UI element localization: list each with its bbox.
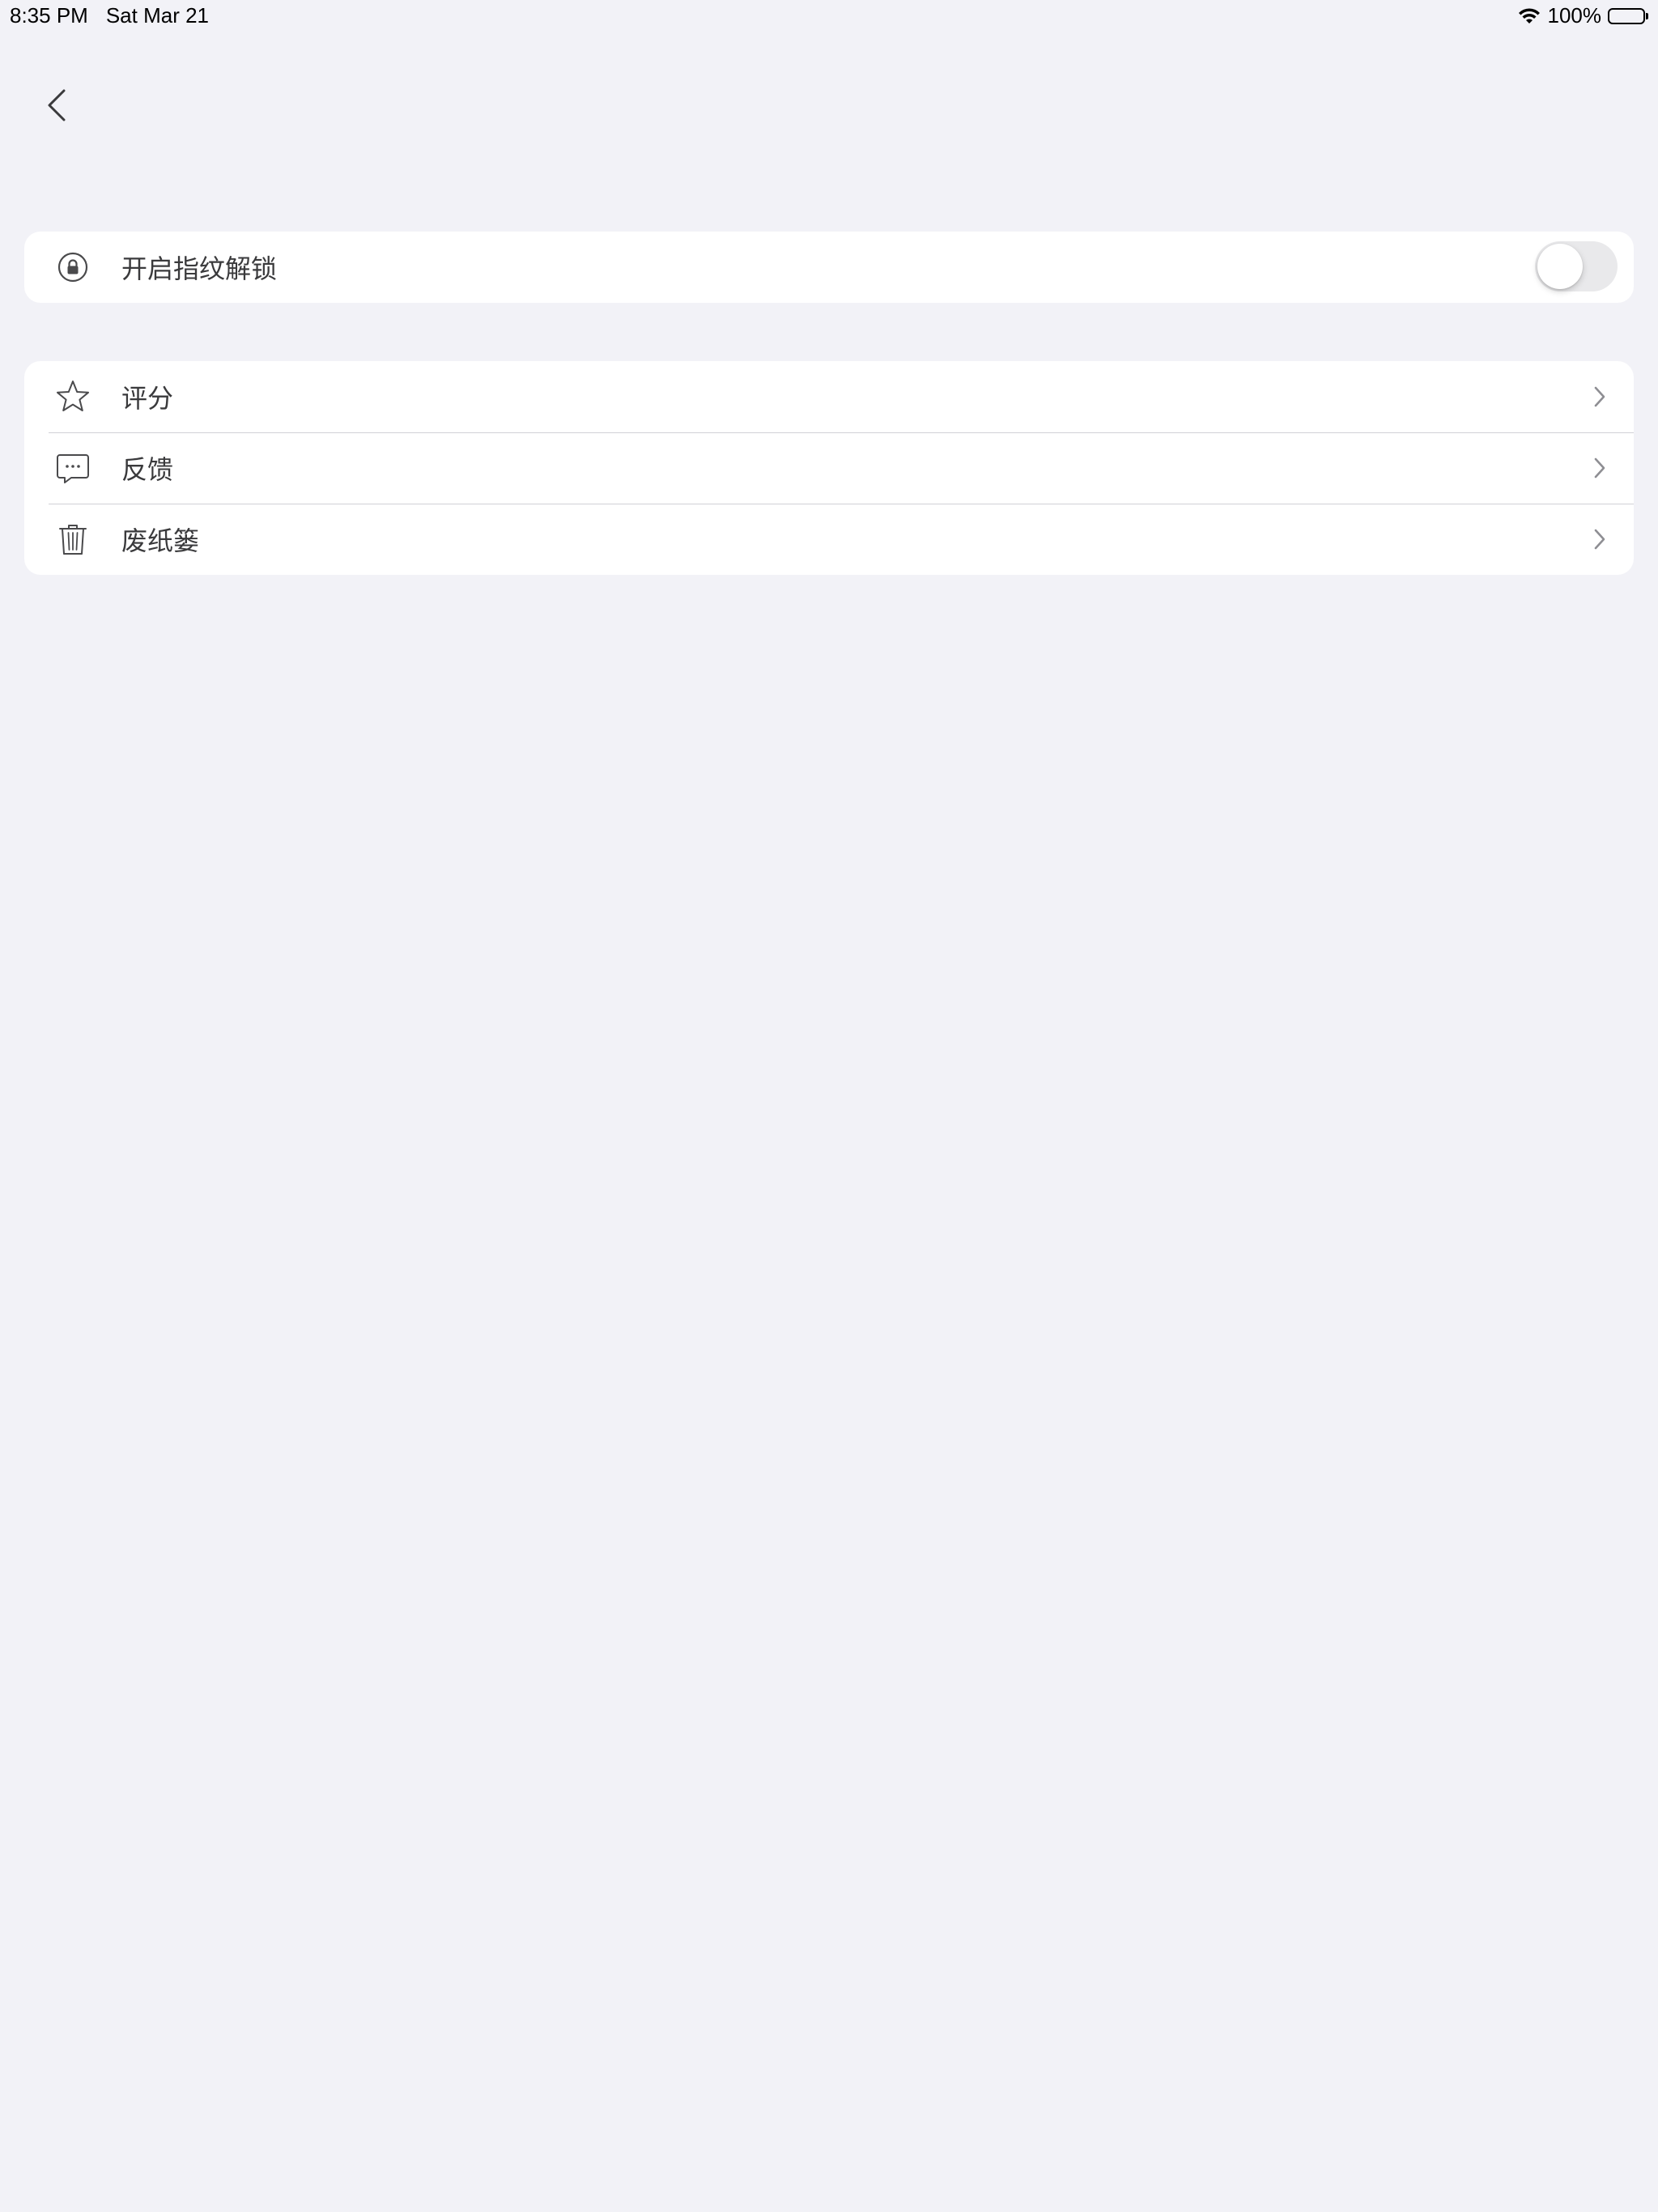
fingerprint-unlock-toggle[interactable] bbox=[1535, 241, 1618, 291]
lock-circle-icon bbox=[55, 249, 91, 285]
chat-bubble-icon bbox=[55, 450, 91, 486]
feedback-label: 反馈 bbox=[121, 454, 174, 485]
trash-row[interactable]: 废纸篓 bbox=[24, 504, 1634, 575]
toggle-knob bbox=[1537, 244, 1583, 289]
rate-row[interactable]: 评分 bbox=[24, 361, 1634, 432]
chevron-left-icon bbox=[48, 89, 66, 121]
fingerprint-unlock-label: 开启指纹解锁 bbox=[121, 253, 278, 284]
status-right: 100% bbox=[1517, 3, 1648, 28]
status-time: 8:35 PM bbox=[10, 3, 88, 28]
status-left: 8:35 PM Sat Mar 21 bbox=[10, 3, 209, 28]
chevron-right-icon bbox=[1590, 525, 1609, 553]
back-button[interactable] bbox=[39, 87, 74, 123]
rate-label: 评分 bbox=[121, 383, 174, 414]
battery-icon bbox=[1608, 7, 1648, 24]
status-bar: 8:35 PM Sat Mar 21 100% bbox=[0, 0, 1658, 32]
security-group: 开启指纹解锁 bbox=[24, 232, 1634, 303]
star-icon bbox=[55, 379, 91, 415]
trash-icon bbox=[55, 521, 91, 557]
wifi-icon bbox=[1517, 7, 1541, 25]
battery-percent: 100% bbox=[1547, 3, 1602, 28]
trash-label: 废纸篓 bbox=[121, 525, 200, 556]
fingerprint-unlock-row: 开启指纹解锁 bbox=[24, 232, 1634, 303]
menu-group: 评分 反馈 废纸篓 bbox=[24, 361, 1634, 575]
chevron-right-icon bbox=[1590, 454, 1609, 482]
chevron-right-icon bbox=[1590, 383, 1609, 410]
feedback-row[interactable]: 反馈 bbox=[24, 432, 1634, 504]
status-date: Sat Mar 21 bbox=[105, 3, 209, 28]
row-divider bbox=[49, 432, 1634, 433]
